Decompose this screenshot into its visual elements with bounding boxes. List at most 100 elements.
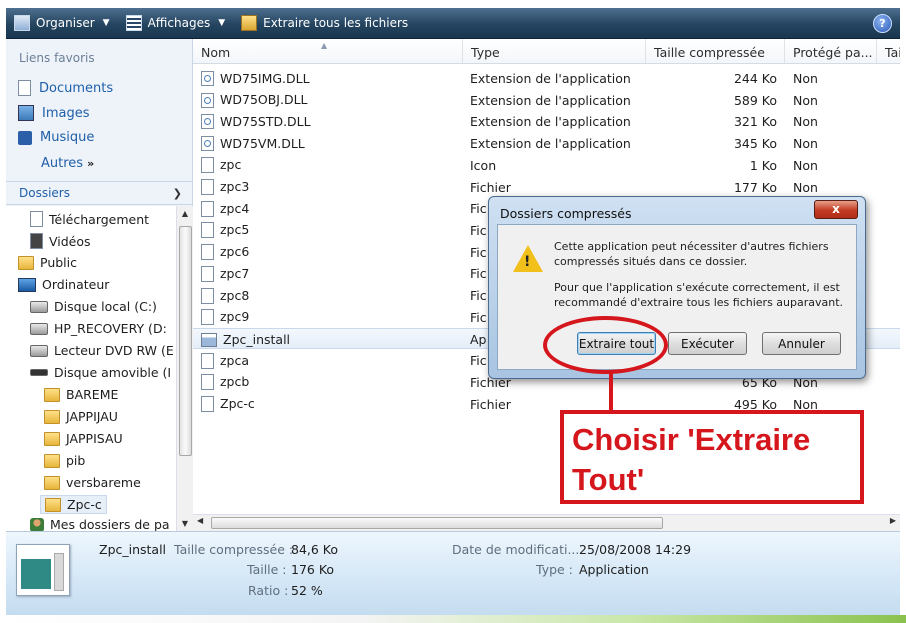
favorite-music[interactable]: Musique <box>18 130 94 145</box>
tree-scrollbar[interactable]: ▲ ▼ <box>176 206 193 531</box>
file-name: zpc6 <box>220 244 250 260</box>
tree-item-label: Zpc-c <box>67 497 102 512</box>
file-type-cell: Ap <box>470 332 487 348</box>
close-button[interactable]: x <box>814 200 858 219</box>
column-header-type[interactable]: Type <box>463 39 646 63</box>
column-header-name[interactable]: Nom <box>193 39 463 63</box>
help-icon[interactable]: ? <box>873 14 892 33</box>
tree-item[interactable]: Lecteur DVD RW (E <box>30 343 174 358</box>
scroll-up-icon[interactable]: ▲ <box>177 209 193 218</box>
zip-folder-icon <box>241 15 258 31</box>
drive-icon <box>30 322 48 335</box>
tree-item[interactable]: Disque amovible (I <box>30 365 171 380</box>
more-arrows-icon: » <box>87 157 95 170</box>
tree-item[interactable]: pib <box>44 453 85 468</box>
tree-item[interactable]: HP_RECOVERY (D: <box>30 321 167 336</box>
file-icon <box>201 244 214 261</box>
file-size-cell: 177 Ko <box>733 179 777 195</box>
file-type-cell: Fichier <box>470 179 511 195</box>
file-size-cell: 1 Ko <box>749 157 777 173</box>
dialog-message: compressés situés dans ce dossier. <box>554 255 748 268</box>
file-type-cell: Fic <box>470 288 487 303</box>
column-header-size[interactable]: Tai <box>877 39 900 63</box>
execute-button[interactable]: Exécuter <box>668 332 747 355</box>
file-name-cell: zpc7 <box>201 263 249 284</box>
file-name-cell: Zpc-c <box>201 394 255 415</box>
file-protected-cell: Non <box>793 114 818 130</box>
file-icon <box>201 200 214 217</box>
tree-item-selected[interactable]: Zpc-c <box>40 495 107 514</box>
exe-icon <box>201 332 217 347</box>
more-links[interactable]: Autres» <box>41 156 94 171</box>
column-header-protected[interactable]: Protégé pa... <box>785 39 877 63</box>
favorite-label: Musique <box>40 130 95 145</box>
file-icon <box>201 374 214 391</box>
dll-icon <box>201 136 214 152</box>
file-name-cell: zpc5 <box>201 220 249 241</box>
file-row[interactable]: zpc3 Fichier 177 Ko Non <box>193 177 900 198</box>
compressed-size-label: Taille compressée : <box>174 542 294 557</box>
file-name: WD75VM.DLL <box>220 135 305 151</box>
ratio-label: Ratio : <box>248 583 289 598</box>
scroll-thumb[interactable] <box>179 226 192 456</box>
file-row[interactable]: WD75STD.DLL Extension de l'application 321… <box>193 111 900 132</box>
chevron-down-icon: ❯ <box>172 186 182 200</box>
scroll-thumb[interactable] <box>211 517 663 529</box>
images-icon <box>18 105 34 121</box>
tree-item[interactable]: BAREME <box>44 387 118 402</box>
file-type-cell: Fic <box>470 201 487 217</box>
folders-header[interactable]: Dossiers ❯ <box>6 181 192 205</box>
file-row[interactable]: zpc Icon 1 Ko Non <box>193 155 900 176</box>
scroll-down-icon[interactable]: ▼ <box>177 519 193 528</box>
tree-item[interactable]: Disque local (C:) <box>30 299 157 314</box>
background-strip <box>0 615 906 623</box>
file-icon <box>201 309 214 326</box>
file-row[interactable]: WD75VM.DLL Extension de l'application 345 … <box>193 133 900 154</box>
file-icon <box>201 287 214 304</box>
file-name-cell: zpcb <box>201 372 249 393</box>
file-icon <box>201 179 214 195</box>
tree-item[interactable]: Téléchargement <box>30 211 149 227</box>
file-icon <box>201 222 214 239</box>
size-label: Taille : <box>247 562 287 577</box>
file-name-cell: zpc6 <box>201 242 249 263</box>
file-type-cell: Icon <box>470 157 497 173</box>
tree-item[interactable]: Ordinateur <box>18 277 109 292</box>
tree-item-label: HP_RECOVERY (D: <box>54 321 167 336</box>
tree-item[interactable]: versbareme <box>44 475 141 490</box>
file-name-cell: zpc8 <box>201 285 249 306</box>
file-row[interactable]: WD75OBJ.DLL Extension de l'application 589… <box>193 90 900 111</box>
file-type-cell: Fic <box>470 222 487 238</box>
extract-all-button[interactable]: Extraire tous les fichiers <box>233 8 416 38</box>
file-protected-cell: Non <box>793 92 818 108</box>
file-type-cell: Extension de l'application <box>470 92 631 108</box>
annotation-line: Choisir 'Extraire <box>572 422 811 457</box>
file-row[interactable]: WD75IMG.DLL Extension de l'application 244… <box>193 68 900 89</box>
file-name: zpc3 <box>220 179 250 194</box>
tree-item[interactable]: JAPPISAU <box>44 431 123 446</box>
annotation-callout: Choisir 'Extraire Tout' <box>560 410 864 504</box>
organiser-menu[interactable]: Organiser ▼ <box>6 8 118 38</box>
tree-item[interactable]: JAPPIJAU <box>44 409 118 424</box>
affichages-menu[interactable]: Affichages ▼ <box>118 8 234 38</box>
cancel-button[interactable]: Annuler <box>762 332 841 355</box>
tree-item-label: versbareme <box>66 475 141 490</box>
tree-item[interactable]: Mes dossiers de pa <box>30 517 170 531</box>
tree-item-label: JAPPISAU <box>66 431 123 446</box>
more-label: Autres <box>41 156 84 171</box>
favorite-images[interactable]: Images <box>18 105 90 121</box>
views-icon <box>125 15 142 31</box>
tree-item[interactable]: Public <box>18 255 77 270</box>
tree-item-label: Vidéos <box>49 233 91 249</box>
favorite-documents[interactable]: Documents <box>18 80 113 96</box>
folder-icon <box>44 431 60 446</box>
file-name-cell: Zpc_install <box>201 329 290 350</box>
file-icon <box>201 396 214 412</box>
tree-item[interactable]: Vidéos <box>30 233 91 249</box>
dll-icon <box>201 92 214 108</box>
column-header-compressed-size[interactable]: Taille compressée <box>646 39 785 63</box>
file-name-cell: WD75IMG.DLL <box>201 68 310 89</box>
horizontal-scrollbar[interactable]: ◀ ▶ <box>193 514 900 531</box>
scroll-right-icon[interactable]: ▶ <box>890 516 896 525</box>
scroll-left-icon[interactable]: ◀ <box>197 516 203 525</box>
